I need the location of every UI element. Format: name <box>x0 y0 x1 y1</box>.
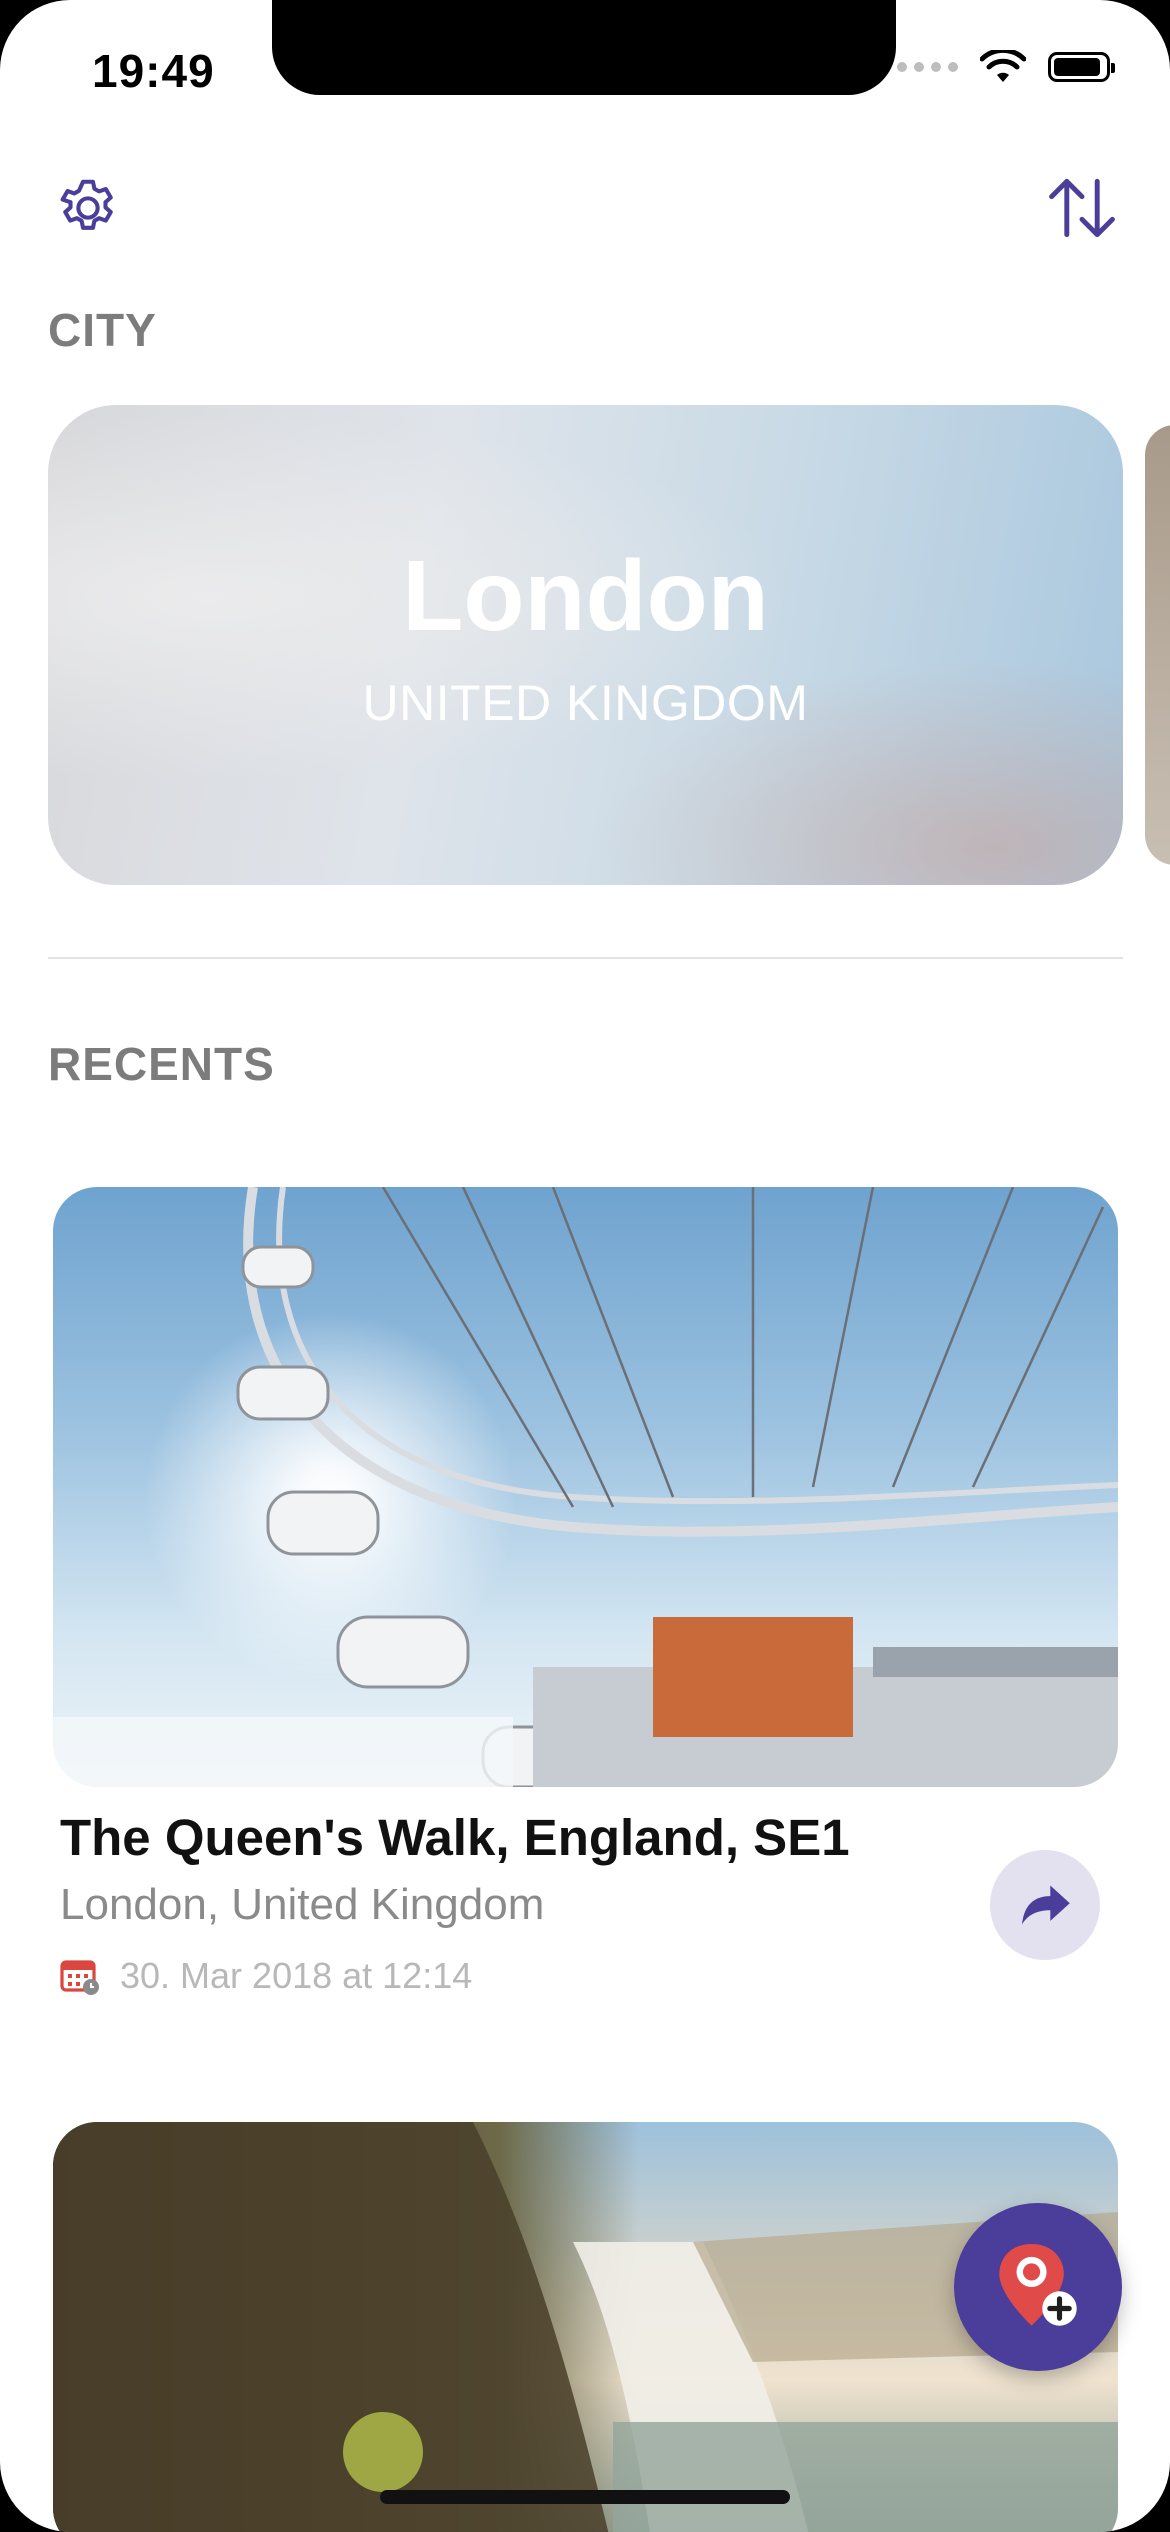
share-button[interactable] <box>990 1850 1100 1960</box>
city-card[interactable]: London UNITED KINGDOM <box>48 405 1123 885</box>
recent-place-title: The Queen's Walk, England, SE1 <box>60 1809 850 1866</box>
add-location-button[interactable] <box>954 2203 1122 2371</box>
recent-place-date-row: 30. Mar 2018 at 12:14 <box>60 1955 472 1997</box>
sort-arrows-icon <box>1049 178 1115 238</box>
calendar-icon <box>60 1960 99 1995</box>
settings-button[interactable] <box>50 170 126 246</box>
divider <box>48 957 1123 959</box>
app-screen: 19:49 CITY London UNITED KINGDOM RECENTS <box>0 0 1170 2532</box>
battery-icon <box>1048 52 1115 82</box>
city-country: UNITED KINGDOM <box>362 674 809 731</box>
recent-place-subtitle: London, United Kingdom <box>60 1880 545 1929</box>
notch <box>272 0 896 95</box>
sort-button[interactable] <box>1044 170 1120 246</box>
status-time: 19:49 <box>92 45 215 97</box>
recent-place-photo[interactable] <box>53 1187 1118 1787</box>
next-city-card[interactable] <box>1145 425 1170 865</box>
share-arrow-icon <box>1022 1885 1070 1925</box>
city-section-label: CITY <box>48 304 157 356</box>
gear-icon <box>60 179 113 230</box>
add-location-icon <box>999 2244 1077 2326</box>
ferris-wheel-image <box>53 1187 1118 1787</box>
wifi-icon <box>980 50 1026 82</box>
status-icons <box>897 50 1115 84</box>
recent-place-date: 30. Mar 2018 at 12:14 <box>120 1955 473 1996</box>
recents-section-label: RECENTS <box>48 1038 275 1090</box>
city-name: London <box>402 539 769 652</box>
cellular-signal-icon <box>897 62 958 72</box>
recent-place-photo-2[interactable] <box>53 2122 1118 2532</box>
waterfall-image <box>53 2122 1118 2532</box>
home-indicator[interactable] <box>380 2490 790 2504</box>
